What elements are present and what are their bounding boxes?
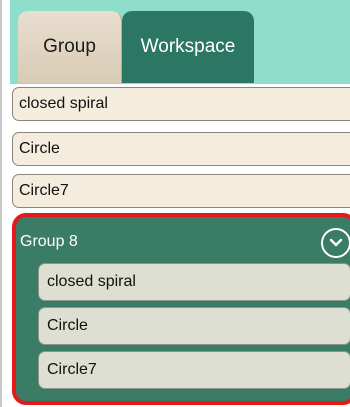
tab-group[interactable]: Group xyxy=(18,11,122,83)
group-item-label: Circle xyxy=(47,317,88,334)
workspace-panel: Group Workspace closed spiral Circle Cir… xyxy=(0,0,350,407)
group-item-label: Circle7 xyxy=(47,361,97,378)
list-item[interactable]: Circle7 xyxy=(12,174,350,208)
collapse-button[interactable] xyxy=(321,228,350,258)
list-item-label: Circle7 xyxy=(19,182,69,199)
group-item[interactable]: Circle7 xyxy=(38,351,350,389)
list-item-label: Circle xyxy=(19,140,60,157)
group-title: Group 8 xyxy=(20,233,78,250)
group-item[interactable]: closed spiral xyxy=(38,263,350,301)
tab-group-label: Group xyxy=(43,36,96,57)
group-container[interactable]: Group 8 closed spiral Circle Circle7 xyxy=(12,213,350,405)
tab-bar: Group Workspace xyxy=(10,0,350,84)
tab-workspace[interactable]: Workspace xyxy=(122,11,254,83)
list-item-label: closed spiral xyxy=(19,95,108,112)
list-item[interactable]: Circle xyxy=(12,132,350,166)
group-item-label: closed spiral xyxy=(47,273,136,290)
chevron-down-icon xyxy=(329,238,343,247)
group-item[interactable]: Circle xyxy=(38,307,350,345)
tab-workspace-label: Workspace xyxy=(140,36,236,57)
list-item[interactable]: closed spiral xyxy=(12,87,350,121)
